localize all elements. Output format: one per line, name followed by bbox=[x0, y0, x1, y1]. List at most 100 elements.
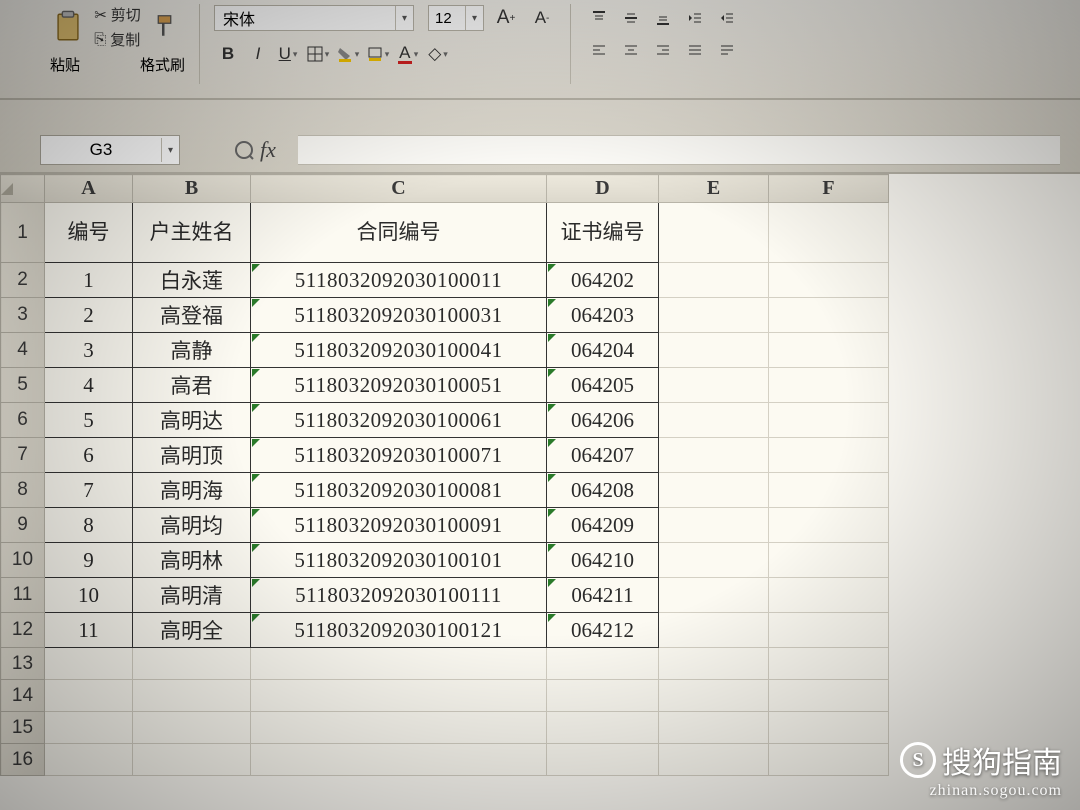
table-header-cell[interactable]: 户主姓名 bbox=[133, 203, 251, 263]
data-cell[interactable]: 高君 bbox=[133, 368, 251, 403]
data-cell[interactable]: 5118032092030100101 bbox=[251, 543, 547, 578]
empty-cell[interactable] bbox=[45, 648, 133, 680]
empty-cell[interactable] bbox=[769, 543, 889, 578]
row-header[interactable]: 12 bbox=[1, 613, 45, 648]
empty-cell[interactable] bbox=[769, 333, 889, 368]
data-cell[interactable]: 10 bbox=[45, 578, 133, 613]
empty-cell[interactable] bbox=[769, 438, 889, 473]
row-header[interactable]: 8 bbox=[1, 473, 45, 508]
data-cell[interactable]: 高明顶 bbox=[133, 438, 251, 473]
empty-cell[interactable] bbox=[769, 473, 889, 508]
empty-cell[interactable] bbox=[659, 263, 769, 298]
empty-cell[interactable] bbox=[251, 744, 547, 776]
empty-cell[interactable] bbox=[659, 744, 769, 776]
row-header[interactable]: 15 bbox=[1, 712, 45, 744]
table-header-cell[interactable]: 合同编号 bbox=[251, 203, 547, 263]
data-cell[interactable]: 5118032092030100121 bbox=[251, 613, 547, 648]
empty-cell[interactable] bbox=[45, 712, 133, 744]
empty-cell[interactable] bbox=[547, 680, 659, 712]
border-button[interactable]: ▾ bbox=[304, 40, 332, 68]
empty-cell[interactable] bbox=[659, 403, 769, 438]
column-header[interactable]: E bbox=[659, 175, 769, 203]
row-header[interactable]: 16 bbox=[1, 744, 45, 776]
empty-cell[interactable] bbox=[769, 744, 889, 776]
empty-cell[interactable] bbox=[659, 648, 769, 680]
data-cell[interactable]: 064203 bbox=[547, 298, 659, 333]
data-cell[interactable]: 高静 bbox=[133, 333, 251, 368]
format-painter-label[interactable]: 格式刷 bbox=[140, 54, 185, 75]
data-cell[interactable]: 8 bbox=[45, 508, 133, 543]
empty-cell[interactable] bbox=[769, 613, 889, 648]
data-cell[interactable]: 高明海 bbox=[133, 473, 251, 508]
row-header[interactable]: 5 bbox=[1, 368, 45, 403]
empty-cell[interactable] bbox=[769, 508, 889, 543]
data-cell[interactable]: 064202 bbox=[547, 263, 659, 298]
select-all-corner[interactable] bbox=[1, 175, 45, 203]
empty-cell[interactable] bbox=[659, 578, 769, 613]
data-cell[interactable]: 064205 bbox=[547, 368, 659, 403]
empty-cell[interactable] bbox=[547, 712, 659, 744]
row-header[interactable]: 7 bbox=[1, 438, 45, 473]
bold-button[interactable]: B bbox=[214, 40, 242, 68]
data-cell[interactable]: 2 bbox=[45, 298, 133, 333]
format-painter-button[interactable] bbox=[149, 9, 185, 45]
column-header[interactable]: F bbox=[769, 175, 889, 203]
data-cell[interactable]: 064206 bbox=[547, 403, 659, 438]
underline-button[interactable]: U▾ bbox=[274, 40, 302, 68]
empty-cell[interactable] bbox=[769, 203, 889, 263]
empty-cell[interactable] bbox=[659, 203, 769, 263]
empty-cell[interactable] bbox=[45, 680, 133, 712]
row-header[interactable]: 3 bbox=[1, 298, 45, 333]
data-cell[interactable]: 7 bbox=[45, 473, 133, 508]
column-header[interactable]: B bbox=[133, 175, 251, 203]
row-header[interactable]: 2 bbox=[1, 263, 45, 298]
data-cell[interactable]: 高明均 bbox=[133, 508, 251, 543]
column-header[interactable]: D bbox=[547, 175, 659, 203]
data-cell[interactable]: 1 bbox=[45, 263, 133, 298]
row-header[interactable]: 1 bbox=[1, 203, 45, 263]
data-cell[interactable]: 5118032092030100011 bbox=[251, 263, 547, 298]
data-cell[interactable]: 064207 bbox=[547, 438, 659, 473]
align-center-button[interactable] bbox=[617, 36, 645, 64]
insert-function-icon[interactable] bbox=[234, 140, 254, 160]
empty-cell[interactable] bbox=[659, 613, 769, 648]
data-cell[interactable]: 5118032092030100051 bbox=[251, 368, 547, 403]
align-right-button[interactable] bbox=[649, 36, 677, 64]
copy-button[interactable]: ⎘ 复制 bbox=[94, 29, 141, 50]
align-bottom-button[interactable] bbox=[649, 4, 677, 32]
paste-button[interactable] bbox=[50, 9, 86, 45]
fx-label[interactable]: fx bbox=[260, 137, 276, 163]
empty-cell[interactable] bbox=[251, 712, 547, 744]
data-cell[interactable]: 11 bbox=[45, 613, 133, 648]
column-header[interactable]: C bbox=[251, 175, 547, 203]
row-header[interactable]: 9 bbox=[1, 508, 45, 543]
chevron-down-icon[interactable]: ▾ bbox=[161, 138, 179, 162]
empty-cell[interactable] bbox=[547, 648, 659, 680]
empty-cell[interactable] bbox=[659, 473, 769, 508]
table-header-cell[interactable]: 证书编号 bbox=[547, 203, 659, 263]
data-cell[interactable]: 064208 bbox=[547, 473, 659, 508]
empty-cell[interactable] bbox=[45, 744, 133, 776]
data-cell[interactable]: 5118032092030100111 bbox=[251, 578, 547, 613]
font-color-button[interactable]: A▾ bbox=[394, 40, 422, 68]
font-size-select[interactable]: 12 ▾ bbox=[428, 5, 484, 31]
decrease-indent-button[interactable] bbox=[681, 4, 709, 32]
data-cell[interactable]: 白永莲 bbox=[133, 263, 251, 298]
decrease-font-button[interactable]: A- bbox=[528, 4, 556, 32]
empty-cell[interactable] bbox=[133, 744, 251, 776]
data-cell[interactable]: 064209 bbox=[547, 508, 659, 543]
data-cell[interactable]: 高明清 bbox=[133, 578, 251, 613]
data-cell[interactable]: 5118032092030100041 bbox=[251, 333, 547, 368]
empty-cell[interactable] bbox=[251, 680, 547, 712]
data-cell[interactable]: 高明林 bbox=[133, 543, 251, 578]
increase-indent-button[interactable] bbox=[713, 4, 741, 32]
data-cell[interactable]: 5118032092030100061 bbox=[251, 403, 547, 438]
row-header[interactable]: 14 bbox=[1, 680, 45, 712]
data-cell[interactable]: 064211 bbox=[547, 578, 659, 613]
row-header[interactable]: 10 bbox=[1, 543, 45, 578]
empty-cell[interactable] bbox=[133, 680, 251, 712]
data-cell[interactable]: 4 bbox=[45, 368, 133, 403]
increase-font-button[interactable]: A+ bbox=[492, 4, 520, 32]
font-name-select[interactable]: 宋体 ▾ bbox=[214, 5, 414, 31]
empty-cell[interactable] bbox=[769, 368, 889, 403]
